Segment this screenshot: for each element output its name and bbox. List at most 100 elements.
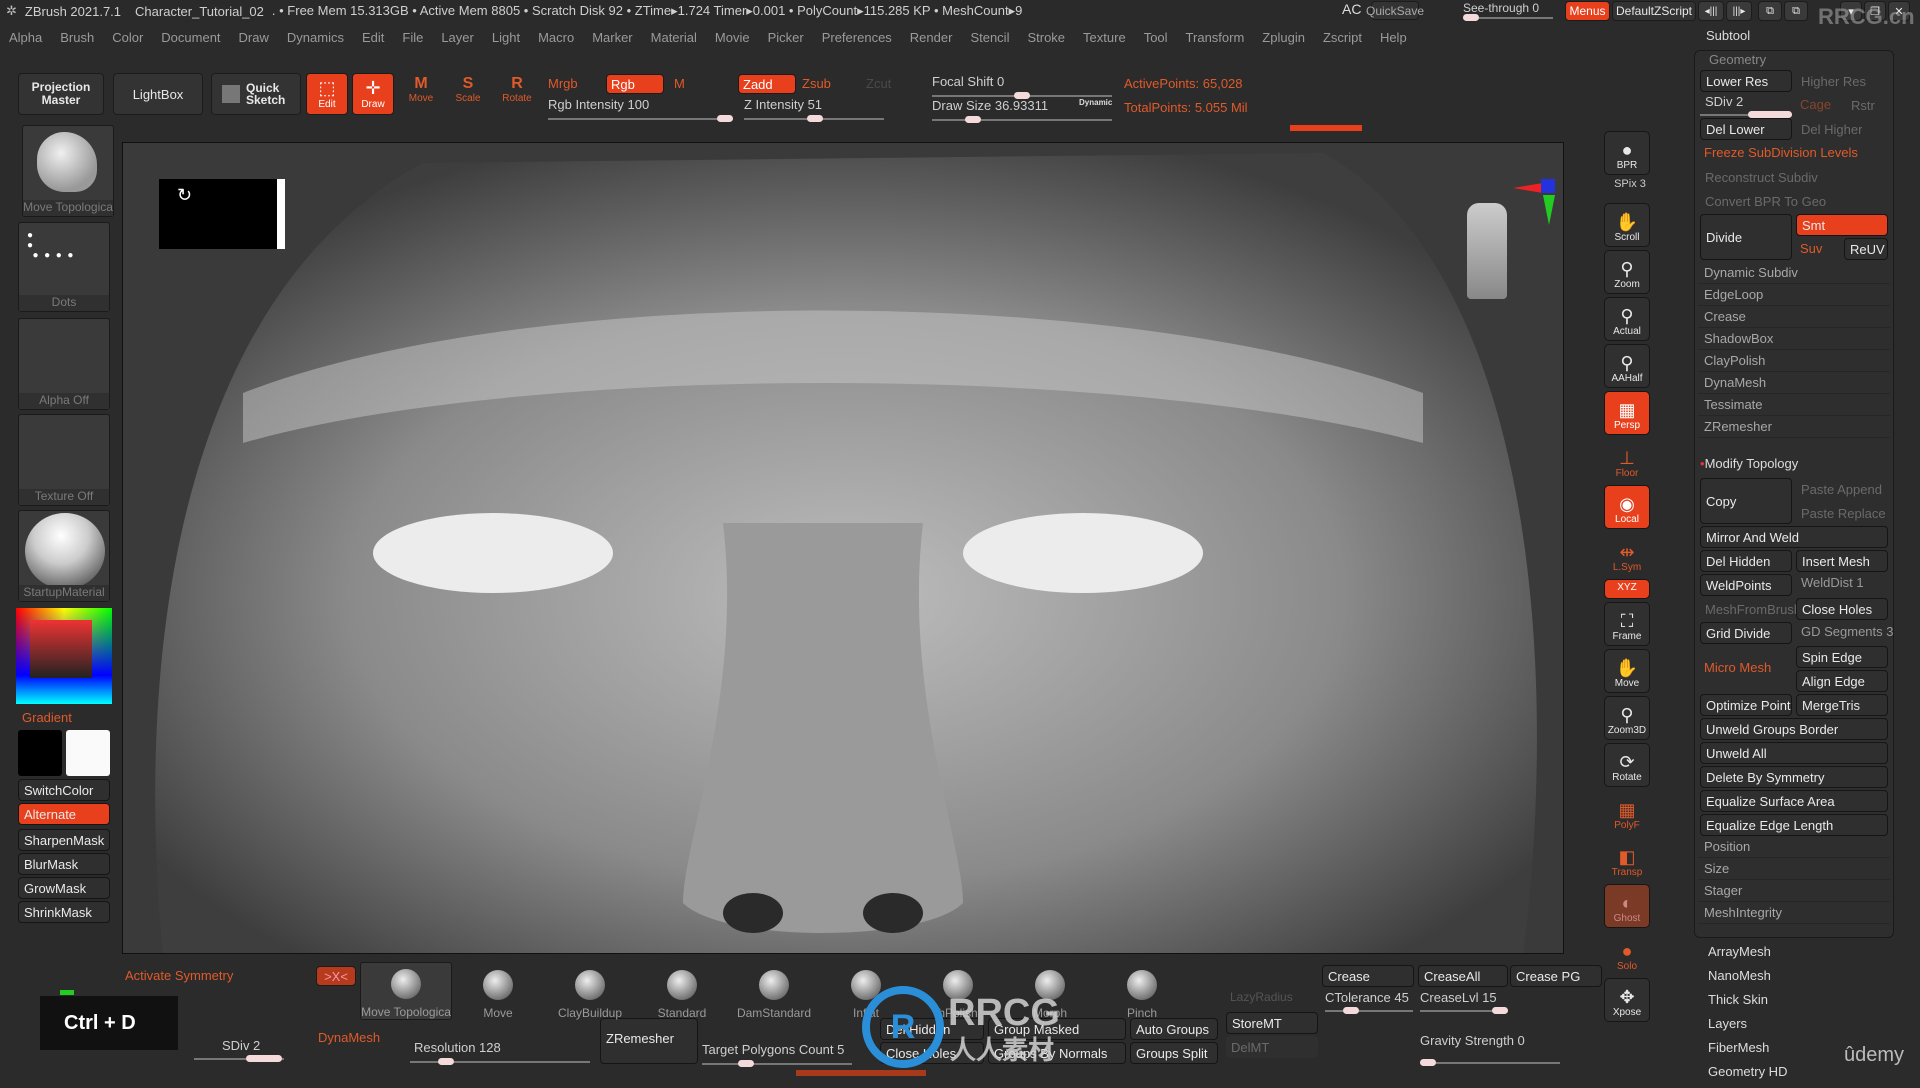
gravity-strength-slider[interactable]: Gravity Strength 0 xyxy=(1420,1033,1560,1066)
modify-topology-header[interactable]: •Modify Topology xyxy=(1700,456,1798,471)
subtool-header[interactable]: Subtool xyxy=(1706,28,1750,43)
local-button[interactable]: ◉ Local xyxy=(1604,485,1650,529)
bottom-sdiv-track[interactable] xyxy=(194,1055,284,1062)
zsub-button[interactable]: Zsub xyxy=(802,76,831,91)
tessimate-section[interactable]: Tessimate xyxy=(1698,394,1890,416)
menu-light[interactable]: Light xyxy=(483,30,529,45)
xpose-button[interactable]: ✥ Xpose xyxy=(1604,978,1650,1022)
higher-res-button[interactable]: Higher Res xyxy=(1796,70,1866,92)
menu-stroke[interactable]: Stroke xyxy=(1018,30,1074,45)
brush-claybuildup[interactable]: ClayBuildup xyxy=(544,962,636,1020)
solo-button[interactable]: ● Solo xyxy=(1604,931,1650,975)
menu-draw[interactable]: Draw xyxy=(230,30,278,45)
brush-standard[interactable]: Standard xyxy=(636,962,728,1020)
gravity-strength-track[interactable] xyxy=(1420,1059,1560,1066)
mergetris-button[interactable]: MergeTris xyxy=(1796,694,1888,716)
rotate-button[interactable]: ⟳ Rotate xyxy=(1604,743,1650,787)
draw-size-track[interactable] xyxy=(932,116,1112,123)
polyf-button[interactable]: ▦ PolyF xyxy=(1604,790,1650,834)
geometry-hd-section[interactable]: Geometry HD xyxy=(1708,1064,1828,1088)
claypolish-section[interactable]: ClayPolish xyxy=(1698,350,1890,372)
zremesher-section[interactable]: ZRemesher xyxy=(1698,416,1890,438)
menu-color[interactable]: Color xyxy=(103,30,152,45)
default-zscript-button[interactable]: DefaultZScript xyxy=(1612,1,1696,21)
creaselvl-slider[interactable]: CreaseLvl 15 xyxy=(1420,990,1508,1014)
see-through-track[interactable] xyxy=(1463,14,1553,21)
menu-zscript[interactable]: Zscript xyxy=(1314,30,1371,45)
draw-mode-button[interactable]: ✛ Draw xyxy=(352,73,394,115)
bottom-sdiv-slider[interactable]: SDiv 2 xyxy=(194,1038,284,1062)
color-picker[interactable] xyxy=(16,608,112,704)
layout-left-icon[interactable]: ⧉ xyxy=(1758,1,1782,21)
menu-zplugin[interactable]: Zplugin xyxy=(1253,30,1314,45)
lazyradius-slider[interactable]: LazyRadius xyxy=(1230,990,1293,1004)
stager-section[interactable]: Stager xyxy=(1698,880,1890,902)
orientation-head-icon[interactable] xyxy=(1467,203,1507,299)
symmetry-x-toggle[interactable]: >X< xyxy=(316,966,356,986)
mrgb-button[interactable]: Mrgb xyxy=(548,76,578,91)
cage-button[interactable]: Cage xyxy=(1800,97,1831,112)
equalize-edge-length-button[interactable]: Equalize Edge Length xyxy=(1700,814,1888,836)
arraymesh-section[interactable]: ArrayMesh xyxy=(1708,944,1828,968)
gd-segments-slider[interactable]: GD Segments 3 xyxy=(1796,620,1894,642)
smt-toggle[interactable]: Smt xyxy=(1796,214,1888,236)
unweld-all-button[interactable]: Unweld All xyxy=(1700,742,1888,764)
target-polygons-track[interactable] xyxy=(702,1060,852,1067)
nanomesh-section[interactable]: NanoMesh xyxy=(1708,968,1828,992)
ctolerance-slider[interactable]: CTolerance 45 xyxy=(1325,990,1413,1014)
brush-pinch[interactable]: Pinch xyxy=(1096,962,1188,1020)
blurmask-button[interactable]: BlurMask xyxy=(18,853,110,875)
rgb-intensity-track[interactable] xyxy=(548,115,733,122)
menu-help[interactable]: Help xyxy=(1371,30,1416,45)
ctolerance-track[interactable] xyxy=(1325,1007,1413,1014)
thick-skin-section[interactable]: Thick Skin xyxy=(1708,992,1828,1016)
shrink-ui-icon[interactable]: ◂||| xyxy=(1698,1,1724,21)
z-intensity-track[interactable] xyxy=(744,115,884,122)
secondary-color-swatch[interactable] xyxy=(18,730,62,776)
quicksave-button[interactable]: QuickSave xyxy=(1366,1,1424,20)
menus-button[interactable]: Menus xyxy=(1565,1,1610,21)
bottom-resize-handle[interactable] xyxy=(796,1070,926,1076)
menu-picker[interactable]: Picker xyxy=(759,30,813,45)
main-color-swatch[interactable] xyxy=(66,730,110,776)
lower-res-button[interactable]: Lower Res xyxy=(1700,70,1792,92)
dynamesh-section[interactable]: DynaMesh xyxy=(1698,372,1890,394)
del-hidden-button[interactable]: Del Hidden xyxy=(1700,550,1792,572)
focal-shift-track[interactable] xyxy=(932,92,1112,99)
menu-document[interactable]: Document xyxy=(152,30,229,45)
rgb-intensity-slider[interactable]: Rgb Intensity 100 xyxy=(548,97,733,122)
suv-toggle[interactable]: Suv xyxy=(1800,241,1822,256)
menu-preferences[interactable]: Preferences xyxy=(813,30,901,45)
menu-texture[interactable]: Texture xyxy=(1074,30,1135,45)
actual-button[interactable]: ⚲ Actual xyxy=(1604,297,1650,341)
menu-stencil[interactable]: Stencil xyxy=(961,30,1018,45)
rgb-intensity-knob[interactable] xyxy=(717,115,733,122)
zadd-button[interactable]: Zadd xyxy=(738,74,796,94)
grid-divide-button[interactable]: Grid Divide xyxy=(1700,622,1792,644)
brush-thumbnail[interactable]: Move Topologica xyxy=(22,125,114,217)
welddist-slider[interactable]: WeldDist 1 xyxy=(1796,571,1864,593)
stroke-thumbnail[interactable]: ● ● ● ● ● ● Dots xyxy=(18,222,110,312)
menu-marker[interactable]: Marker xyxy=(583,30,641,45)
scale-mode-button[interactable]: S Scale xyxy=(447,75,489,115)
sharpenmask-button[interactable]: SharpenMask xyxy=(18,829,110,851)
mirror-and-weld-button[interactable]: Mirror And Weld xyxy=(1700,526,1888,548)
ctolerance-knob[interactable] xyxy=(1343,1007,1359,1014)
shrinkmask-button[interactable]: ShrinkMask xyxy=(18,901,110,923)
z-intensity-knob[interactable] xyxy=(807,115,824,122)
frame-button[interactable]: ⛶ Frame xyxy=(1604,602,1650,646)
alternate-button[interactable]: Alternate xyxy=(18,803,110,825)
sdiv-track[interactable] xyxy=(1700,111,1792,118)
target-polygons-knob[interactable] xyxy=(738,1060,754,1067)
xyz-button[interactable]: XYZ xyxy=(1604,579,1650,599)
brush-damstandard[interactable]: DamStandard xyxy=(728,962,820,1020)
m-button[interactable]: M xyxy=(674,76,685,91)
reuv-button[interactable]: ReUV xyxy=(1844,238,1888,260)
auto-groups-button[interactable]: Auto Groups xyxy=(1130,1018,1218,1040)
menu-dynamics[interactable]: Dynamics xyxy=(278,30,353,45)
size-section[interactable]: Size xyxy=(1698,858,1890,880)
lightbox-button[interactable]: LightBox xyxy=(113,73,203,115)
aahalf-button[interactable]: ⚲ AAHalf xyxy=(1604,344,1650,388)
align-edge-button[interactable]: Align Edge xyxy=(1796,670,1888,692)
zoom3d-button[interactable]: ⚲ Zoom3D xyxy=(1604,696,1650,740)
